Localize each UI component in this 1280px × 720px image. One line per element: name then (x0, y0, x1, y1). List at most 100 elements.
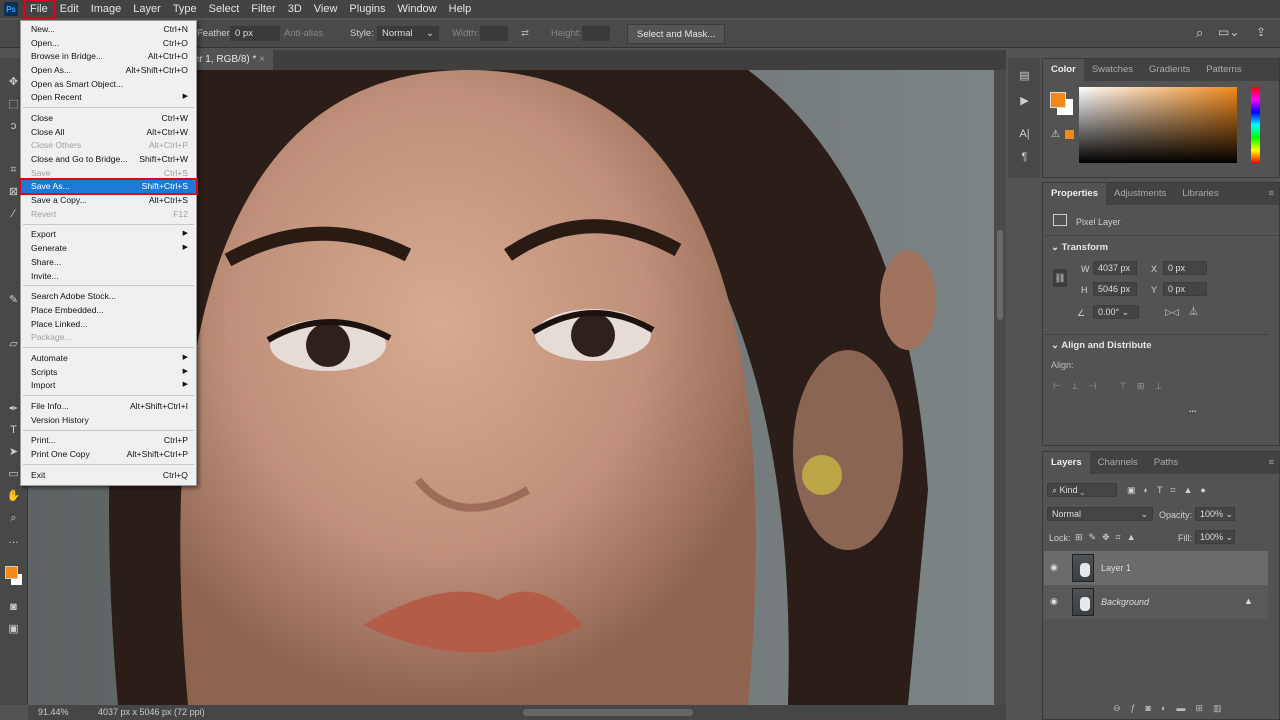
layer-row[interactable]: ◉ Layer 1 (1044, 551, 1268, 585)
character-icon[interactable]: A| (1017, 128, 1032, 140)
menu-item-search-adobe-stock[interactable]: Search Adobe Stock... (21, 289, 196, 303)
antialias-checkbox[interactable]: Anti-alias (284, 28, 323, 40)
tab-channels[interactable]: Channels (1090, 452, 1146, 474)
fill-field[interactable]: 100% ⌄ (1195, 530, 1235, 544)
crop-tool-icon[interactable]: ⌗ (6, 164, 21, 176)
menu-layer[interactable]: Layer (127, 0, 167, 18)
tab-swatches[interactable]: Swatches (1084, 59, 1141, 81)
flip-vertical-icon[interactable]: ⏅ (1189, 305, 1198, 317)
menu-image[interactable]: Image (85, 0, 128, 18)
scrollbar-thumb[interactable] (997, 230, 1003, 320)
play-actions-icon[interactable]: ▶ (1017, 95, 1032, 107)
tab-patterns[interactable]: Patterns (1198, 59, 1249, 81)
screen-mode-icon[interactable]: ▣ (6, 623, 21, 635)
width-field[interactable]: 4037 px (1093, 261, 1137, 275)
menu-view[interactable]: View (308, 0, 344, 18)
menu-item-invite[interactable]: Invite... (21, 269, 196, 283)
tab-properties[interactable]: Properties (1043, 183, 1106, 205)
visibility-eye-icon[interactable]: ◉ (1050, 562, 1058, 573)
link-icon[interactable]: ⛓ (1053, 269, 1067, 287)
align-buttons[interactable]: ⊢⊥⊣ ⊤⊞⊥ (1053, 380, 1172, 392)
swap-icon[interactable]: ⇄ (521, 28, 529, 40)
menu-filter[interactable]: Filter (245, 0, 281, 18)
tab-paths[interactable]: Paths (1146, 452, 1186, 474)
menu-file[interactable]: File (23, 0, 55, 19)
workspace-icon[interactable]: ▭⌄ (1218, 25, 1239, 40)
menu-item-new[interactable]: New... Ctrl+N (21, 22, 196, 36)
horizontal-scrollbar[interactable] (523, 709, 693, 716)
menu-item-open-as[interactable]: Open As... Alt+Shift+Ctrl+O (21, 63, 196, 77)
menu-item-open[interactable]: Open... Ctrl+O (21, 36, 196, 50)
eyedropper-tool-icon[interactable]: ∕ (6, 208, 21, 220)
type-tool-icon[interactable]: T (6, 424, 21, 436)
brush-tool-icon[interactable]: ✎ (6, 294, 21, 306)
height-field[interactable]: 5046 px (1093, 282, 1137, 296)
move-tool-icon[interactable]: ✥ (6, 76, 21, 88)
more-tools-icon[interactable]: … (6, 534, 21, 546)
more-options-button[interactable]: ... (1189, 403, 1197, 415)
menu-item-place-linked[interactable]: Place Linked... (21, 317, 196, 331)
menu-item-version-history[interactable]: Version History (21, 413, 196, 427)
tab-gradients[interactable]: Gradients (1141, 59, 1198, 81)
lock-icons[interactable]: ⊞✎✥⌗▲ (1075, 531, 1142, 543)
layer-actions[interactable]: ⊖ƒ◙◐▬⊞▥ (1113, 702, 1231, 714)
menu-item-close[interactable]: Close Ctrl+W (21, 111, 196, 125)
lasso-tool-icon[interactable]: ↄ (6, 120, 21, 132)
hand-tool-icon[interactable]: ✋ (6, 490, 21, 502)
quick-mask-icon[interactable]: ◙ (6, 601, 21, 613)
menu-item-save-a-copy[interactable]: Save a Copy... Alt+Ctrl+S (21, 193, 196, 207)
y-field[interactable]: 0 px (1163, 282, 1207, 296)
share-icon[interactable]: ⇪ (1256, 25, 1266, 40)
menu-item-close-all[interactable]: Close All Alt+Ctrl+W (21, 125, 196, 139)
menu-item-browse-in-bridge[interactable]: Browse in Bridge... Alt+Ctrl+O (21, 49, 196, 63)
angle-field[interactable]: 0.00° ⌄ (1093, 305, 1139, 319)
menu-window[interactable]: Window (392, 0, 443, 18)
eraser-tool-icon[interactable]: ▱ (6, 338, 21, 350)
close-tab-icon[interactable]: × (259, 54, 265, 65)
hue-slider[interactable] (1251, 87, 1260, 163)
search-icon[interactable]: ⌕ (1196, 25, 1203, 40)
zoom-level[interactable]: 91.44% (38, 707, 69, 718)
menu-item-import[interactable]: Import ▶ (21, 379, 196, 393)
menu-item-scripts[interactable]: Scripts ▶ (21, 365, 196, 379)
history-icon[interactable]: ▤ (1017, 70, 1032, 82)
menu-type[interactable]: Type (167, 0, 203, 18)
flip-horizontal-icon[interactable]: ▷◁ (1165, 306, 1179, 318)
style-select[interactable]: Normal ⌄ (377, 26, 439, 41)
tab-adjustments[interactable]: Adjustments (1106, 183, 1174, 205)
marquee-tool-icon[interactable]: ⬚ (6, 98, 21, 110)
filter-kind-select[interactable]: ⌕ Kind ⌄ (1047, 483, 1117, 497)
paragraph-icon[interactable]: ¶ (1017, 151, 1032, 163)
menu-item-generate[interactable]: Generate ▶ (21, 241, 196, 255)
feather-input[interactable]: 0 px (230, 26, 280, 41)
menu-item-open-as-smart-object[interactable]: Open as Smart Object... (21, 77, 196, 91)
frame-tool-icon[interactable]: ⊠ (6, 186, 21, 198)
height-input[interactable] (582, 26, 610, 41)
foreground-color-swatch[interactable] (5, 566, 18, 579)
visibility-eye-icon[interactable]: ◉ (1050, 596, 1058, 607)
gamut-swatch[interactable] (1065, 130, 1074, 139)
zoom-tool-icon[interactable]: ⌕ (6, 512, 21, 524)
color-field[interactable] (1079, 87, 1237, 163)
transform-section[interactable]: ⌄ Transform (1051, 242, 1108, 254)
width-input[interactable] (480, 26, 508, 41)
align-section[interactable]: ⌄ Align and Distribute (1051, 340, 1152, 352)
select-and-mask-button[interactable]: Select and Mask... (627, 24, 726, 44)
menu-item-close-and-go-to-bridge[interactable]: Close and Go to Bridge... Shift+Ctrl+W (21, 152, 196, 166)
menu-item-export[interactable]: Export ▶ (21, 228, 196, 242)
pen-tool-icon[interactable]: ✒ (6, 403, 21, 415)
path-select-tool-icon[interactable]: ➤ (6, 446, 21, 458)
tab-layers[interactable]: Layers (1043, 452, 1090, 474)
menu-item-print-one-copy[interactable]: Print One Copy Alt+Shift+Ctrl+P (21, 447, 196, 461)
x-field[interactable]: 0 px (1163, 261, 1207, 275)
foreground-color[interactable] (1050, 92, 1066, 108)
menu-help[interactable]: Help (443, 0, 478, 18)
tab-libraries[interactable]: Libraries (1174, 183, 1226, 205)
panel-menu-icon[interactable]: ≡ (1263, 183, 1279, 205)
opacity-field[interactable]: 100% ⌄ (1195, 507, 1235, 521)
blend-mode-select[interactable]: Normal ⌄ (1047, 507, 1153, 521)
menu-plugins[interactable]: Plugins (343, 0, 391, 18)
panel-menu-icon[interactable]: ≡ (1263, 452, 1279, 474)
menu-item-file-info[interactable]: File Info... Alt+Shift+Ctrl+I (21, 399, 196, 413)
menu-item-save-as[interactable]: Save As... Shift+Ctrl+S (19, 177, 198, 196)
